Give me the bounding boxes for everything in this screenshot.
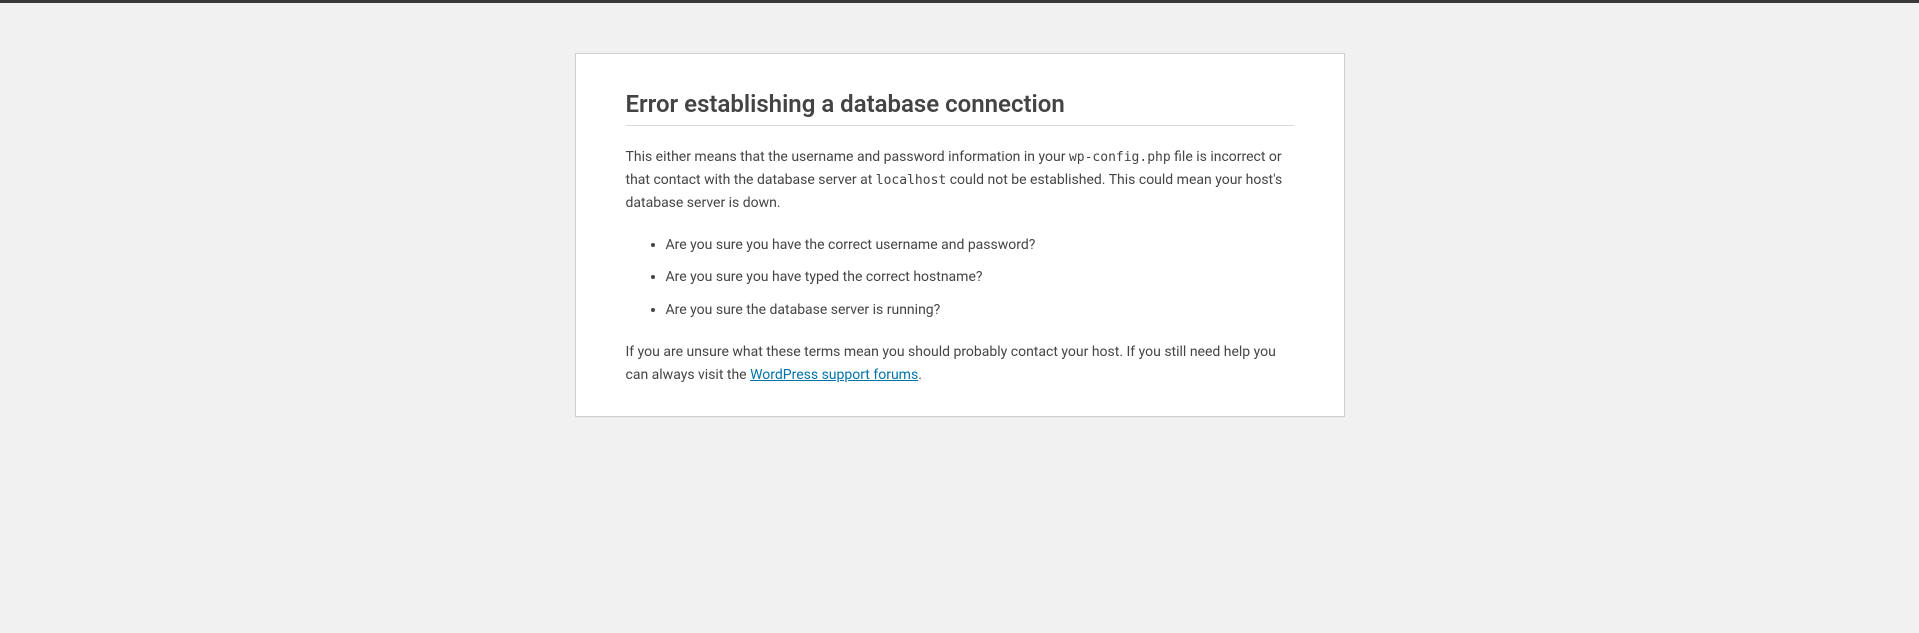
config-file-code: wp-config.php [1069, 150, 1171, 165]
list-item: Are you sure you have the correct userna… [666, 234, 1294, 256]
hostname-code: localhost [876, 173, 946, 188]
text-fragment: If you are unsure what these terms mean … [626, 344, 1276, 382]
support-forums-link[interactable]: WordPress support forums [750, 367, 918, 383]
error-heading: Error establishing a database connection [626, 90, 1294, 126]
text-fragment: . [918, 367, 922, 383]
troubleshooting-checklist: Are you sure you have the correct userna… [626, 234, 1294, 321]
list-item: Are you sure you have typed the correct … [666, 266, 1294, 288]
text-fragment: This either means that the username and … [626, 149, 1069, 165]
error-page-container: Error establishing a database connection… [575, 53, 1345, 417]
list-item: Are you sure the database server is runn… [666, 299, 1294, 321]
help-paragraph: If you are unsure what these terms mean … [626, 341, 1294, 386]
error-description: This either means that the username and … [626, 146, 1294, 214]
